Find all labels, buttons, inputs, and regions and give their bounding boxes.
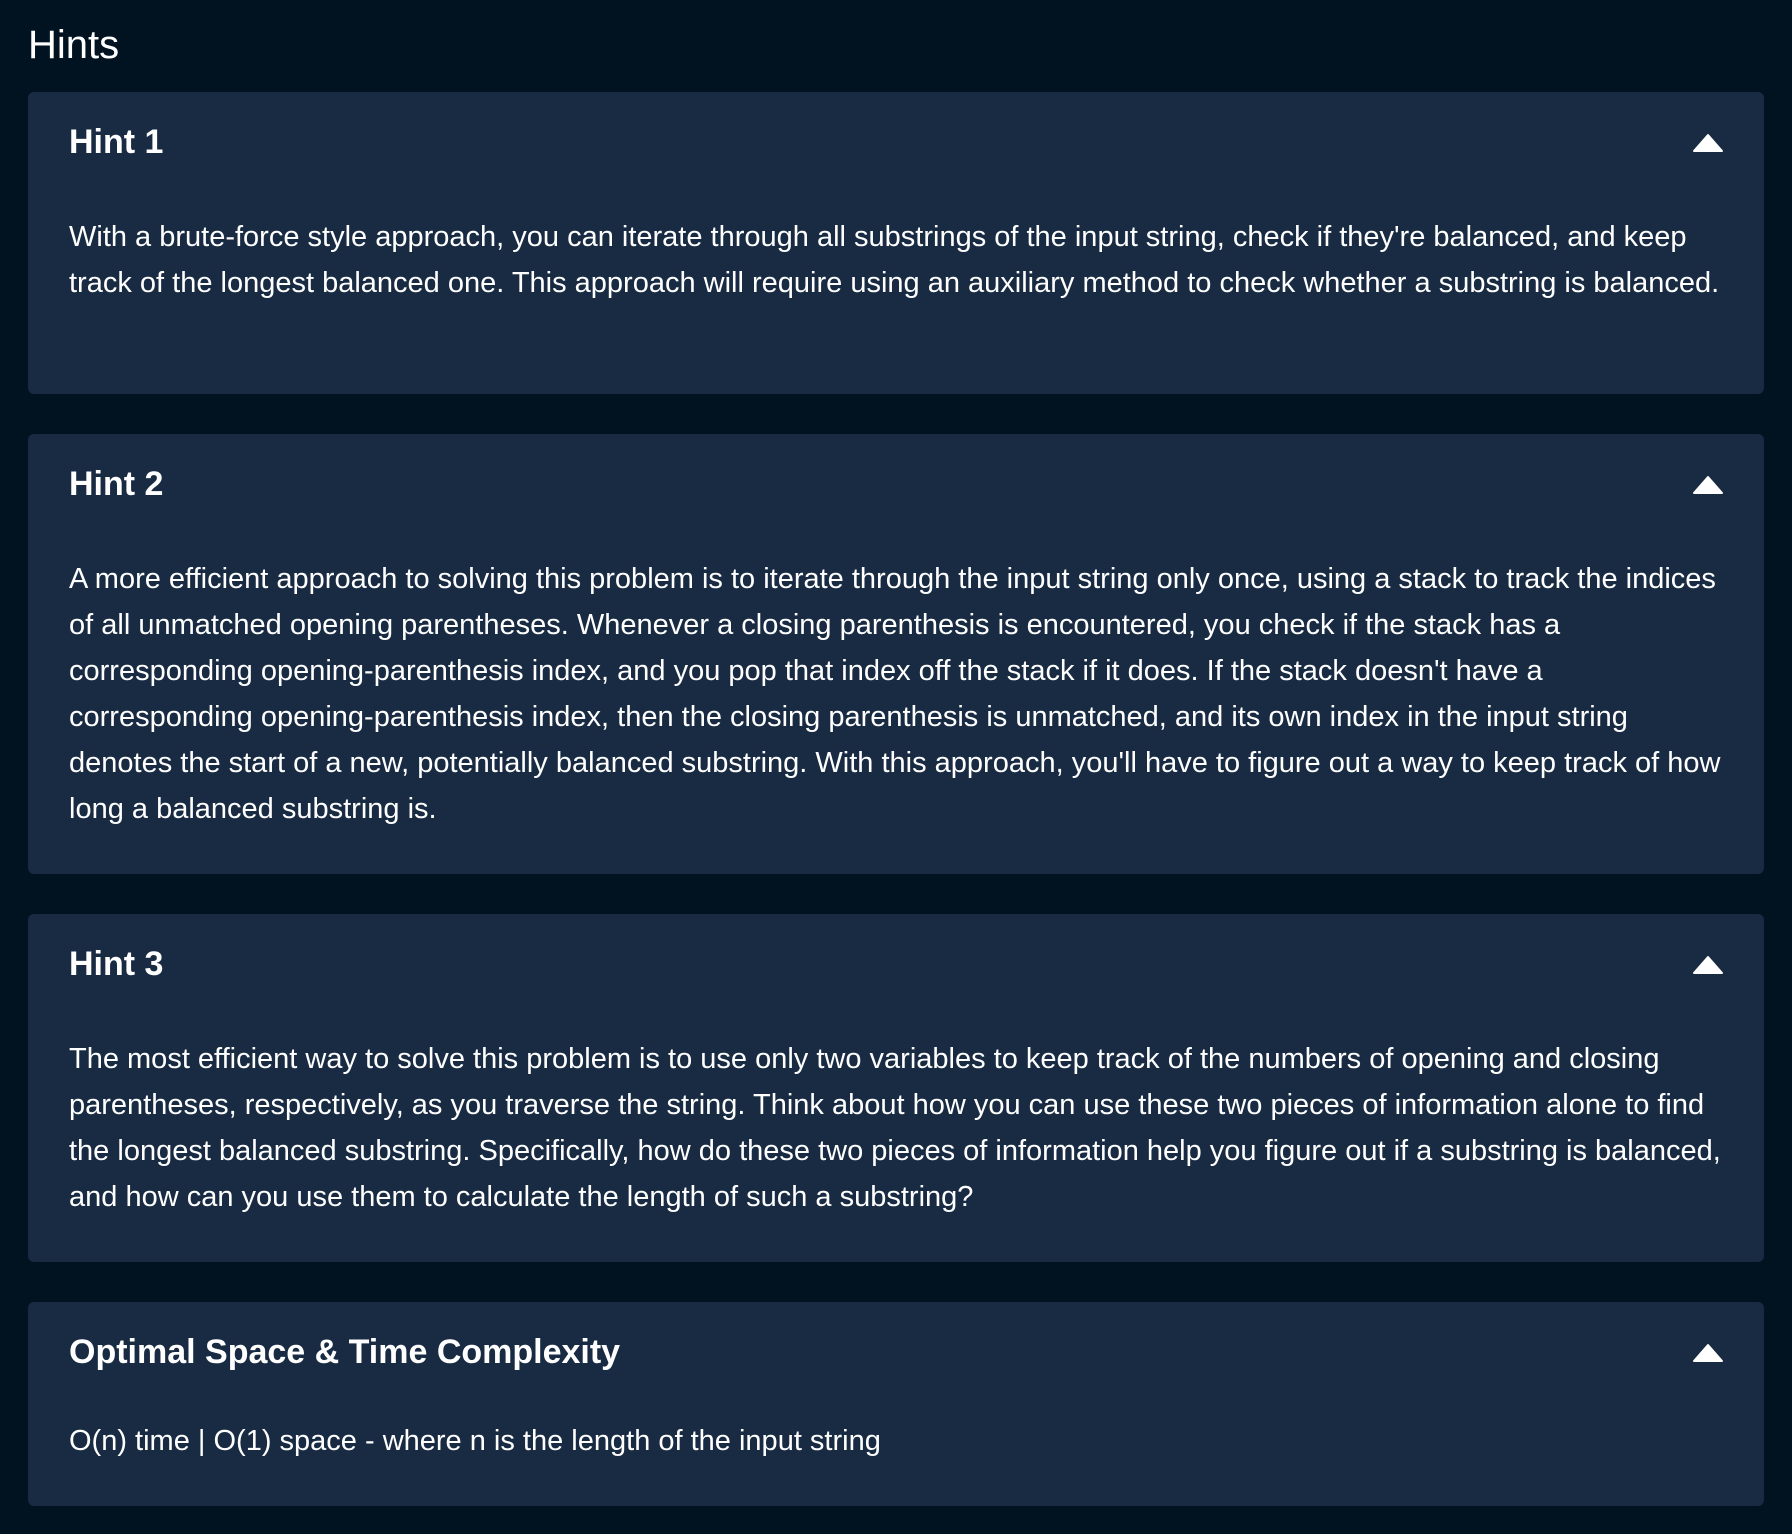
complexity-body: O(n) time | O(1) space - where n is the … <box>69 1425 881 1457</box>
hint-3-header[interactable]: Hint 3 <box>28 914 1764 1020</box>
complexity-title: Optimal Space & Time Complexity <box>69 1333 621 1371</box>
chevron-up-icon[interactable] <box>1692 133 1724 153</box>
hint-2-title: Hint 2 <box>69 465 164 503</box>
hint-1-panel: Hint 1 With a brute-force style approach… <box>28 92 1764 394</box>
page-title: Hints <box>28 23 120 67</box>
hint-3-body: The most efficient way to solve this pro… <box>69 1043 1721 1213</box>
hints-page: Hints Hint 1 With a brute-force style ap… <box>0 0 1792 1534</box>
hint-1-title: Hint 1 <box>69 123 164 161</box>
hint-3-title: Hint 3 <box>69 945 164 983</box>
hint-3-panel: Hint 3 The most efficient way to solve t… <box>28 914 1764 1262</box>
hint-1-header[interactable]: Hint 1 <box>28 92 1764 198</box>
chevron-up-icon[interactable] <box>1692 475 1724 495</box>
hint-2-panel: Hint 2 A more efficient approach to solv… <box>28 434 1764 874</box>
hint-2-body: A more efficient approach to solving thi… <box>69 563 1721 825</box>
chevron-up-icon[interactable] <box>1692 1343 1724 1363</box>
complexity-panel: Optimal Space & Time Complexity O(n) tim… <box>28 1302 1764 1506</box>
chevron-up-icon[interactable] <box>1692 955 1724 975</box>
hint-1-body: With a brute-force style approach, you c… <box>69 221 1720 299</box>
complexity-header[interactable]: Optimal Space & Time Complexity <box>28 1302 1764 1408</box>
hint-2-header[interactable]: Hint 2 <box>28 434 1764 540</box>
